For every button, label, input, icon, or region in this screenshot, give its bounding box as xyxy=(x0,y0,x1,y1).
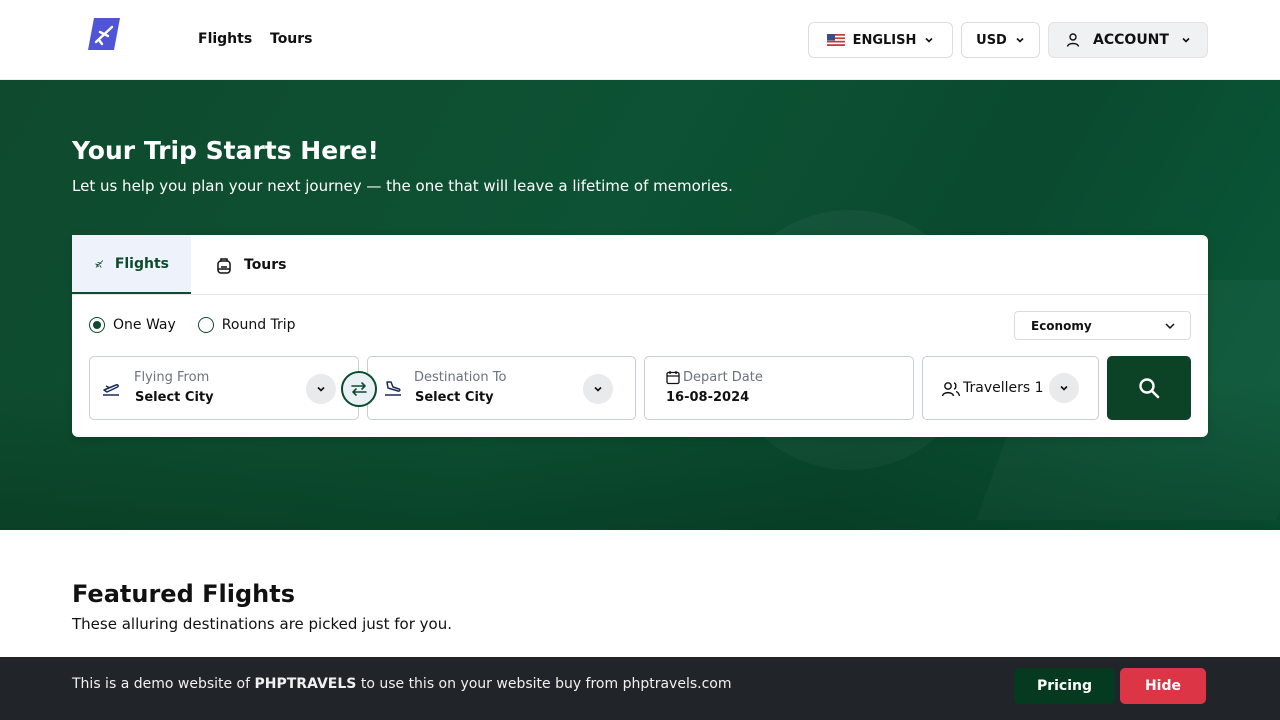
search-icon xyxy=(1139,378,1160,399)
backpack-icon xyxy=(217,257,231,274)
round-trip-radio[interactable] xyxy=(197,317,214,333)
depart-date-field[interactable]: Depart Date 16-08-2024 xyxy=(644,356,914,420)
plane-arrival-icon xyxy=(385,381,401,396)
chevron-down-icon xyxy=(594,386,602,392)
cabin-class-select[interactable]: Economy xyxy=(1014,311,1191,340)
chevron-down-icon xyxy=(1016,37,1024,43)
hero-subtitle: Let us help you plan your next journey —… xyxy=(72,177,733,195)
account-label: ACCOUNT xyxy=(1093,32,1169,48)
language-dropdown[interactable]: ENGLISH xyxy=(808,22,953,58)
chevron-down-icon xyxy=(1165,322,1175,329)
user-icon xyxy=(1066,33,1080,47)
destination-to-label: Destination To xyxy=(414,370,507,385)
depart-date-value: 16-08-2024 xyxy=(666,390,750,405)
chevron-down-icon xyxy=(925,37,933,43)
cabin-class-value: Economy xyxy=(1031,318,1092,333)
destination-to-value: Select City xyxy=(415,390,494,405)
travellers-label: Travellers xyxy=(963,380,1031,396)
tab-flights-label: Flights xyxy=(114,255,169,272)
pricing-button[interactable]: Pricing xyxy=(1014,668,1115,704)
trip-type-options: One Way Round Trip xyxy=(89,317,296,333)
calendar-icon xyxy=(666,371,680,385)
chevron-down-icon xyxy=(317,386,325,392)
flying-from-value: Select City xyxy=(135,390,214,405)
airplane-icon xyxy=(95,259,104,268)
travellers-count: 1 xyxy=(1034,380,1044,396)
top-navbar: Flights Tours ENGLISH USD ACCOUNT xyxy=(0,0,1280,80)
travellers-field[interactable]: Travellers 1 xyxy=(922,356,1099,420)
swap-cities-button[interactable] xyxy=(341,371,377,407)
depart-date-label: Depart Date xyxy=(683,370,763,385)
users-icon xyxy=(941,382,961,397)
tab-flights[interactable]: Flights xyxy=(72,235,191,294)
demo-brand: PHPTRAVELS xyxy=(254,676,357,692)
tab-tours[interactable]: Tours xyxy=(192,235,312,294)
chevron-down-icon xyxy=(1182,37,1190,43)
flying-from-field[interactable]: Flying From Select City xyxy=(89,356,359,420)
account-dropdown[interactable]: ACCOUNT xyxy=(1048,22,1208,58)
nav-tours-link[interactable]: Tours xyxy=(270,31,313,47)
demo-text-after: to use this on your website buy from php… xyxy=(360,676,732,692)
featured-flights-title: Featured Flights xyxy=(72,580,295,608)
one-way-radio[interactable] xyxy=(89,317,105,333)
tab-tours-label: Tours xyxy=(244,256,287,273)
demo-text-before: This is a demo website of xyxy=(72,676,251,692)
travellers-text: Travellers 1 xyxy=(963,380,1044,396)
currency-dropdown[interactable]: USD xyxy=(961,22,1040,58)
hero-title: Your Trip Starts Here! xyxy=(72,136,379,165)
destination-to-dropdown-button[interactable] xyxy=(583,374,613,404)
plane-departure-icon xyxy=(103,384,119,396)
destination-to-field[interactable]: Destination To Select City xyxy=(367,356,636,420)
travellers-dropdown-button[interactable] xyxy=(1049,373,1079,403)
search-tabs: Flights Tours xyxy=(72,235,1208,295)
demo-notice-bar: This is a demo website of PHPTRAVELS to … xyxy=(0,657,1280,720)
swap-arrows-icon xyxy=(351,382,367,396)
featured-flights-subtitle: These alluring destinations are picked j… xyxy=(72,615,452,633)
currency-label: USD xyxy=(976,32,1007,48)
flying-from-label: Flying From xyxy=(134,370,210,385)
chevron-down-icon xyxy=(1060,385,1068,391)
us-flag-icon xyxy=(826,34,845,46)
demo-notice-text: This is a demo website of PHPTRAVELS to … xyxy=(72,676,732,692)
one-way-label[interactable]: One Way xyxy=(113,317,176,333)
hide-button[interactable]: Hide xyxy=(1120,668,1206,704)
search-button[interactable] xyxy=(1107,356,1191,420)
flying-from-dropdown-button[interactable] xyxy=(306,374,336,404)
nav-flights-link[interactable]: Flights xyxy=(198,31,252,47)
brand-logo-icon[interactable] xyxy=(88,18,122,52)
language-label: ENGLISH xyxy=(852,32,917,48)
search-card: Flights Tours One Way Round Trip Economy… xyxy=(72,235,1208,437)
round-trip-label[interactable]: Round Trip xyxy=(222,317,296,333)
